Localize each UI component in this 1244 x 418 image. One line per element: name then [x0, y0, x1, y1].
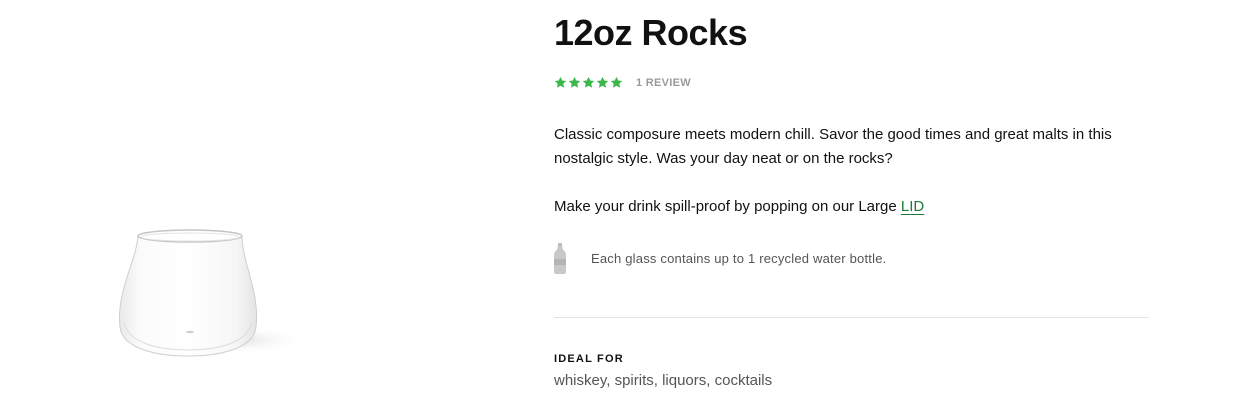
product-image[interactable]: [112, 222, 312, 362]
lid-link[interactable]: LID: [901, 198, 924, 215]
star-icon: [596, 76, 609, 88]
star-icon: [568, 76, 581, 88]
product-description: Classic composure meets modern chill. Sa…: [554, 126, 1112, 167]
review-count-link[interactable]: 1 REVIEW: [636, 77, 691, 89]
divider: [554, 317, 1149, 318]
lid-promo: Make your drink spill-proof by popping o…: [554, 195, 924, 219]
ideal-for-value: whiskey, spirits, liquors, cocktails: [554, 372, 773, 389]
rating-row: 1 REVIEW: [554, 76, 691, 89]
star-icon: [610, 76, 623, 88]
recycled-text: Each glass contains up to 1 recycled wat…: [591, 251, 887, 266]
water-bottle-icon: [554, 243, 566, 274]
product-title: 12oz Rocks: [554, 12, 748, 53]
lid-promo-text: Make your drink spill-proof by popping o…: [554, 198, 901, 215]
star-icon: [554, 76, 567, 88]
recycled-note: Each glass contains up to 1 recycled wat…: [554, 243, 886, 274]
ideal-for-label: IDEAL FOR: [554, 353, 624, 365]
star-rating[interactable]: [554, 76, 623, 89]
star-icon: [582, 76, 595, 88]
product-image-area: [0, 0, 520, 418]
